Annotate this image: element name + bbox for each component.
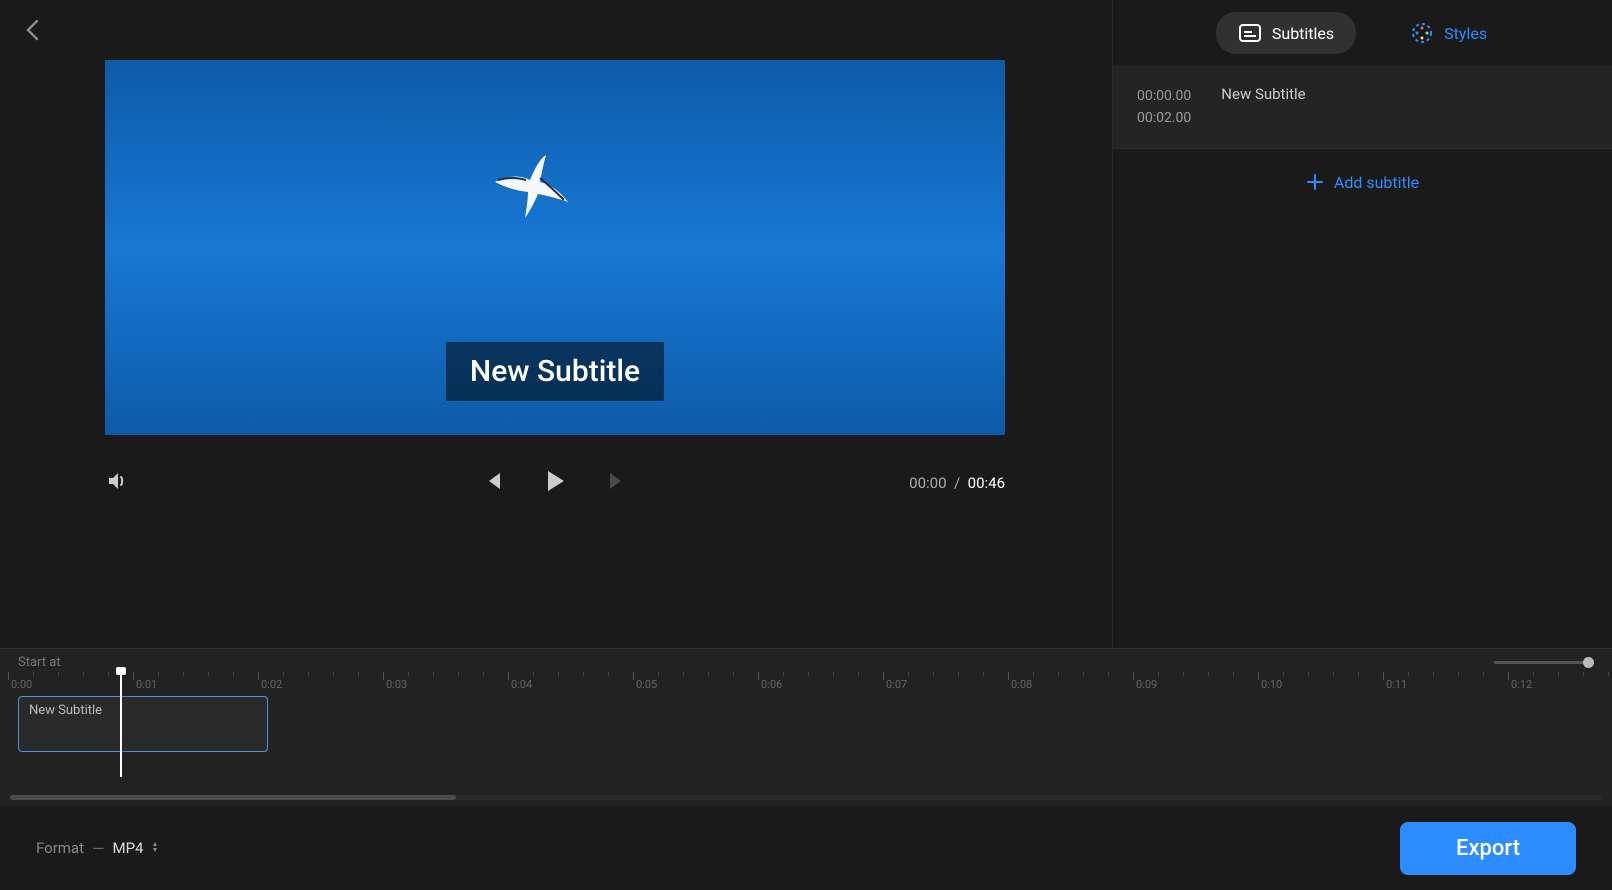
next-button[interactable] [606,470,628,496]
timeline: Start at 0:000:010:020:030:040:050:060:0… [0,648,1612,806]
entry-end-time: 00:02.00 [1137,107,1191,129]
ruler-tick-label: 0:08 [1011,678,1032,691]
entry-times: 00:00.00 00:02.00 [1137,85,1191,130]
start-at-label: Start at [18,655,61,670]
total-time: 00:46 [968,474,1005,492]
zoom-slider[interactable] [1494,661,1594,664]
ruler-tick-label: 0:00 [11,678,32,691]
current-time: 00:00 [909,474,946,492]
playback-controls: 00:00 / 00:46 [105,469,1005,497]
playhead[interactable] [120,673,122,777]
time-display: 00:00 / 00:46 [909,474,1005,492]
format-dash: — [92,839,105,858]
format-value: MP4 [113,839,144,857]
ruler-tick-label: 0:10 [1261,678,1282,691]
ruler-tick-label: 0:04 [511,678,532,691]
tab-subtitles-label: Subtitles [1272,24,1334,43]
subtitle-overlay[interactable]: New Subtitle [446,342,664,401]
bottom-bar: Format — MP4 ▲▼ Export [0,806,1612,890]
ruler-tick-label: 0:06 [761,678,782,691]
preview-section: New Subtitle 00:00 / 00:46 [0,0,1112,648]
subtitle-clip[interactable]: New Subtitle [18,696,268,752]
plus-icon [1306,173,1324,191]
timeline-scrollbar[interactable] [10,795,1602,800]
previous-button[interactable] [482,470,504,496]
volume-button[interactable] [105,469,129,497]
format-label: Format [36,839,84,857]
entry-text: New Subtitle [1221,85,1305,130]
ruler-tick-label: 0:07 [886,678,907,691]
ruler-tick-label: 0:02 [261,678,282,691]
back-button[interactable] [20,18,44,42]
video-preview[interactable]: New Subtitle [105,60,1005,435]
subtitles-icon [1238,22,1262,44]
clip-track: New Subtitle [18,696,1594,752]
format-select[interactable]: MP4 ▲▼ [113,839,159,857]
styles-icon [1410,21,1434,45]
tab-subtitles[interactable]: Subtitles [1216,12,1356,54]
export-button[interactable]: Export [1400,822,1576,875]
ruler-tick-label: 0:09 [1136,678,1157,691]
add-subtitle-label: Add subtitle [1334,173,1419,192]
ruler-tick-label: 0:11 [1386,678,1407,691]
chevron-updown-icon: ▲▼ [152,842,159,853]
ruler-tick-label: 0:03 [386,678,407,691]
subtitle-list: 00:00.00 00:02.00 New Subtitle Add subti… [1113,66,1612,216]
scrollbar-thumb[interactable] [10,795,456,800]
tabs: Subtitles Styles [1113,0,1612,66]
play-button[interactable] [542,468,568,498]
time-separator: / [950,474,967,492]
ruler-tick-label: 0:12 [1511,678,1532,691]
add-subtitle-button[interactable]: Add subtitle [1113,149,1612,216]
ruler-tick-label: 0:01 [136,678,157,691]
side-panel: Subtitles Styles 00:00.00 00:02.00 New S… [1112,0,1612,648]
timeline-ruler[interactable]: 0:00 0:01 0:02 0:03 0:04 0:05 0:06 0:07 0:08 0:09… [4,672,1608,696]
bird-silhouette [490,150,580,225]
subtitle-entry[interactable]: 00:00.00 00:02.00 New Subtitle [1113,67,1612,149]
tab-styles-label: Styles [1444,24,1487,43]
tab-styles[interactable]: Styles [1388,12,1509,54]
entry-start-time: 00:00.00 [1137,85,1191,107]
zoom-handle[interactable] [1583,657,1594,668]
ruler-tick-label: 0:05 [636,678,657,691]
